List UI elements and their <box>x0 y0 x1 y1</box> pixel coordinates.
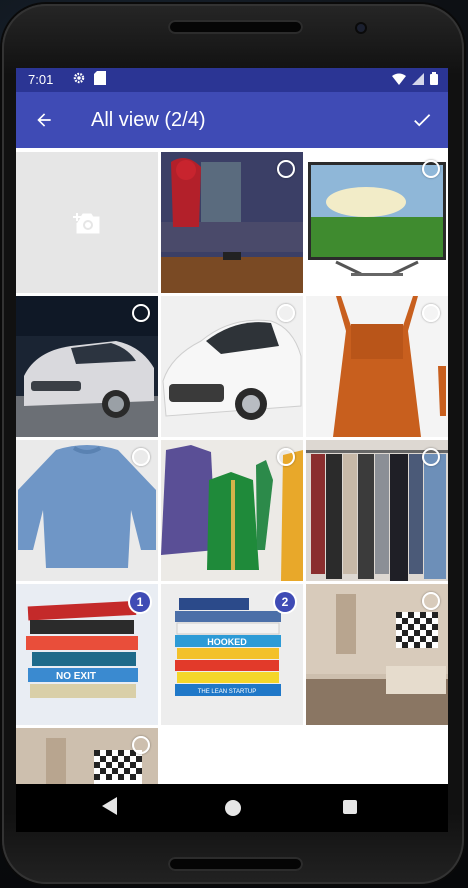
selection-ring[interactable] <box>422 448 440 466</box>
status-time: 7:01 <box>28 72 54 87</box>
photo-tile[interactable] <box>306 584 448 725</box>
photo-tile[interactable] <box>161 152 303 293</box>
square-recents-icon[interactable] <box>343 800 357 814</box>
circle-home-icon[interactable] <box>225 800 241 816</box>
screen: 7:01 All view (2/4) NO EXIT 1 HOOKED THE… <box>16 68 448 784</box>
photo-tile-selected[interactable]: NO EXIT 1 <box>16 584 158 725</box>
arrow-back-icon <box>37 113 51 127</box>
front-camera-icon <box>357 24 365 32</box>
camera-tile[interactable] <box>16 152 158 293</box>
photo-tile[interactable] <box>306 152 448 293</box>
photo-tile[interactable] <box>306 296 448 437</box>
sd-card-icon <box>94 71 106 85</box>
selection-ring[interactable] <box>277 304 295 322</box>
triangle-back-icon[interactable] <box>102 797 118 815</box>
selection-order-badge[interactable]: 1 <box>130 592 150 612</box>
selection-ring[interactable] <box>132 448 150 466</box>
selection-ring[interactable] <box>422 592 440 610</box>
back-button[interactable] <box>28 104 60 136</box>
confirm-button[interactable] <box>406 104 438 136</box>
book-title: NO EXIT <box>56 671 96 682</box>
selection-ring[interactable] <box>277 448 295 466</box>
selection-ring[interactable] <box>132 304 150 322</box>
wifi-icon <box>392 73 406 85</box>
selection-order-badge[interactable]: 2 <box>275 592 295 612</box>
status-right-icons <box>392 72 438 85</box>
check-icon <box>414 114 431 127</box>
bottom-speaker <box>168 857 303 871</box>
battery-icon <box>430 72 438 85</box>
photo-tile[interactable] <box>16 440 158 581</box>
photo-tile[interactable] <box>161 440 303 581</box>
system-nav-bar <box>16 784 448 832</box>
phone-frame: 7:01 All view (2/4) NO EXIT 1 HOOKED THE… <box>0 0 468 888</box>
book-title: THE LEAN STARTUP <box>198 689 256 695</box>
photo-tile[interactable] <box>16 728 158 784</box>
photo-tile[interactable] <box>306 440 448 581</box>
photo-tile[interactable] <box>161 296 303 437</box>
selection-ring[interactable] <box>277 160 295 178</box>
add-camera-icon <box>73 212 100 233</box>
page-title: All view (2/4) <box>91 109 206 131</box>
status-bar: 7:01 <box>16 68 448 92</box>
selection-ring[interactable] <box>132 736 150 754</box>
selection-ring[interactable] <box>422 304 440 322</box>
top-speaker <box>168 20 303 34</box>
photo-tile[interactable] <box>16 296 158 437</box>
app-bar: All view (2/4) <box>16 92 448 148</box>
selection-ring[interactable] <box>422 160 440 178</box>
signal-icon <box>412 72 424 85</box>
book-title: HOOKED <box>207 637 247 647</box>
status-left-icons <box>72 71 106 85</box>
gear-icon <box>73 72 85 84</box>
photo-tile-selected[interactable]: HOOKED THE LEAN STARTUP 2 <box>161 584 303 725</box>
